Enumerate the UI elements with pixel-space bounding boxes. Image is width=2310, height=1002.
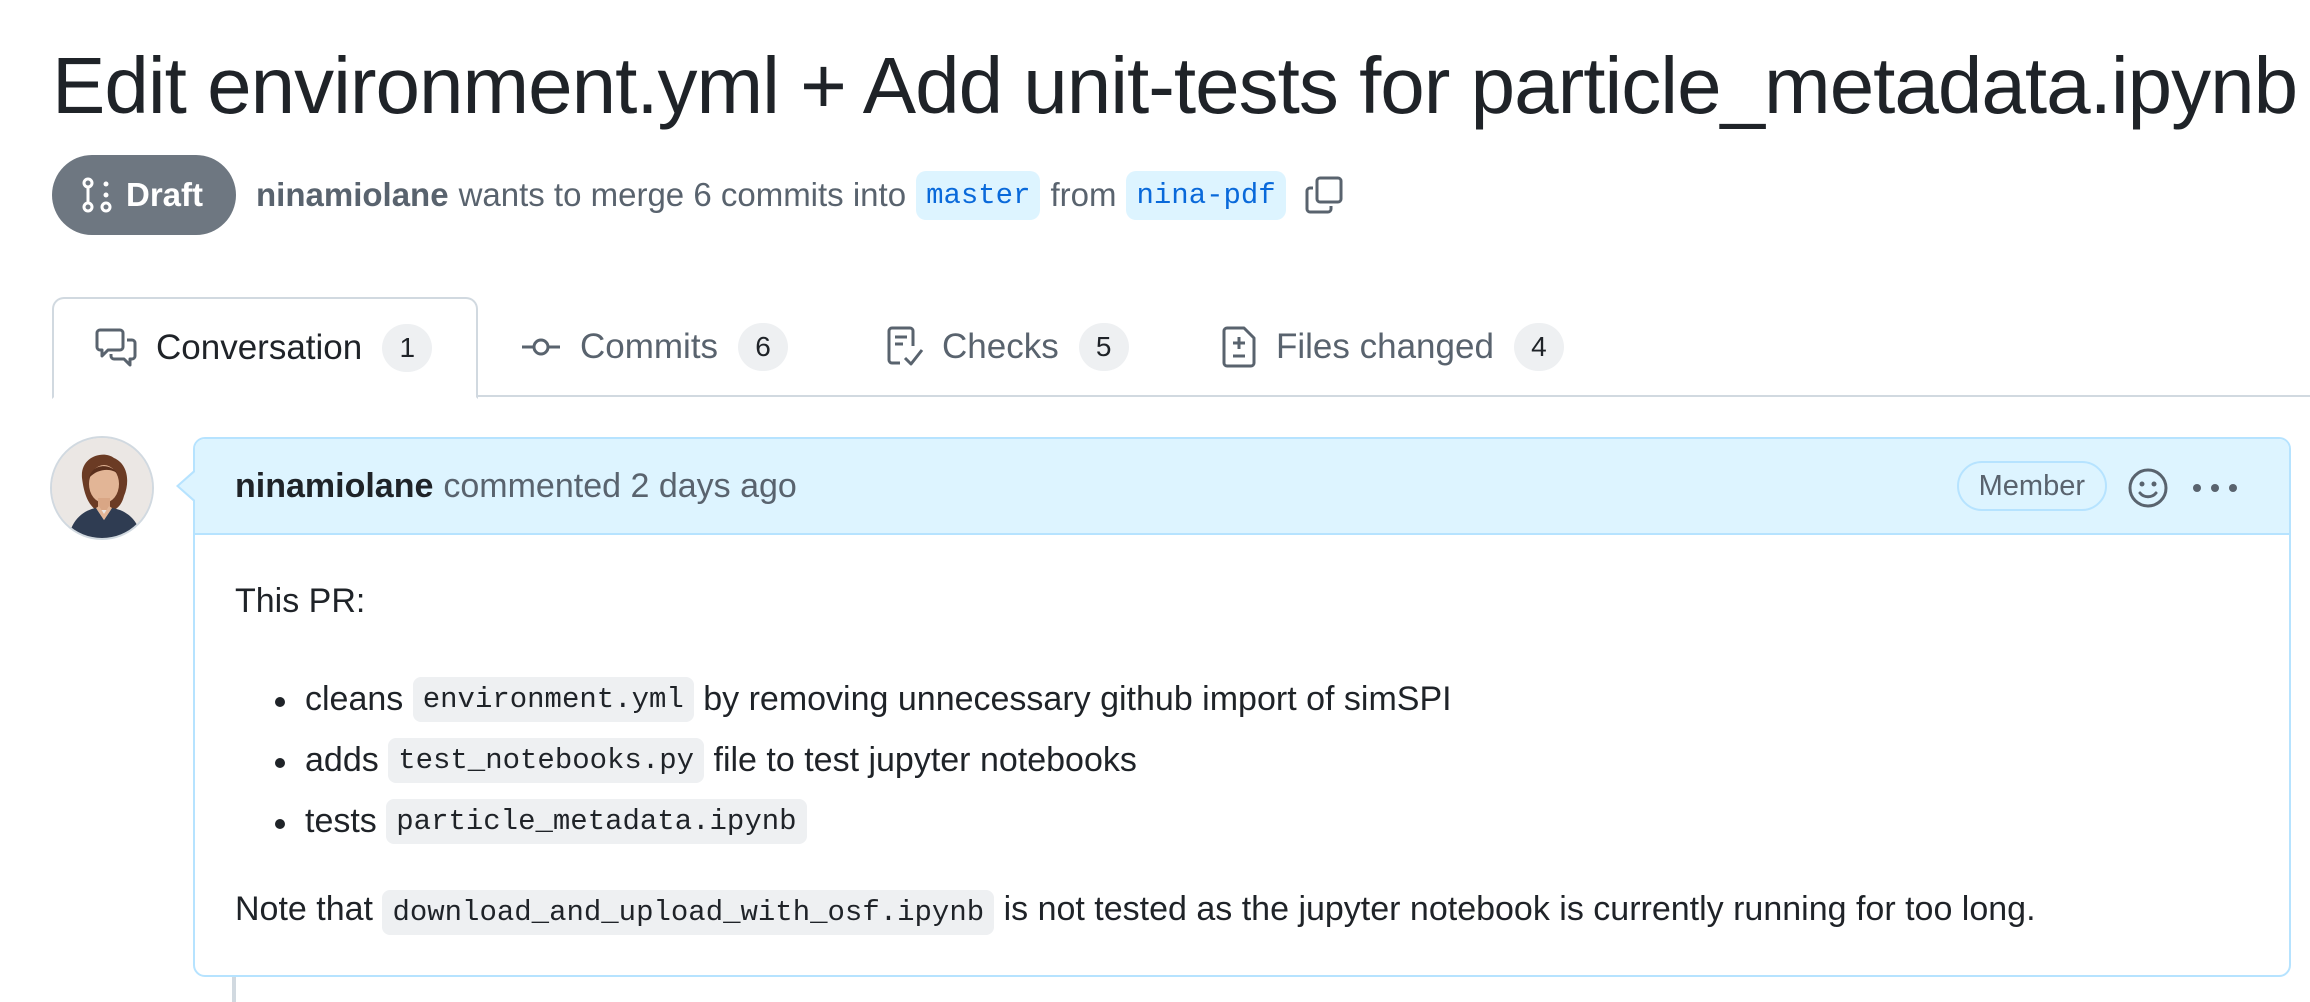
comment-card: ninamiolane commented 2 days ago Member … (193, 437, 2291, 977)
base-branch[interactable]: master (916, 170, 1041, 220)
list-item-suffix: by removing unnecessary github import of… (703, 680, 1452, 718)
comment-pointer-fill (179, 472, 195, 500)
tab-commits[interactable]: Commits 6 (520, 297, 789, 397)
smiley-icon (2128, 468, 2168, 508)
tab-commits-label: Commits (580, 327, 719, 366)
inline-code: download_and_upload_with_osf.ipynb (382, 890, 995, 935)
author-avatar-image (52, 438, 152, 538)
head-branch[interactable]: nina-pdf (1126, 170, 1286, 220)
kebab-horizontal-icon (2193, 484, 2237, 492)
note-prefix: Note that (235, 890, 373, 928)
inline-code: test_notebooks.py (388, 738, 705, 783)
list-item: cleans environment.yml by removing unnec… (275, 669, 1452, 730)
checklist-icon (887, 326, 924, 366)
comment-options-button[interactable] (2187, 465, 2243, 511)
comment-intro: This PR: (235, 582, 366, 620)
note-suffix: is not tested as the jupyter notebook is… (1003, 890, 2036, 928)
list-item-suffix: file to test jupyter notebooks (713, 741, 1137, 779)
draft-state-badge: Draft (52, 155, 237, 235)
add-reaction-button[interactable] (2125, 465, 2171, 511)
inline-code: particle_metadata.ipynb (386, 799, 807, 844)
member-badge: Member (1956, 461, 2107, 511)
merge-text: wants to merge 6 commits into (458, 176, 907, 213)
comment-timestamp[interactable]: commented 2 days ago (443, 467, 796, 506)
tab-files-changed-label: Files changed (1276, 327, 1494, 366)
list-item-prefix: adds (305, 741, 379, 779)
file-diff-icon (1222, 326, 1256, 368)
pr-author-link[interactable]: ninamiolane (256, 176, 449, 214)
copy-icon (1305, 176, 1343, 214)
tab-files-changed-count: 4 (1513, 323, 1564, 371)
pr-title: Edit environment.yml + Add unit-tests fo… (52, 41, 2298, 130)
draft-label: Draft (126, 176, 204, 213)
tab-conversation-count: 1 (382, 324, 433, 372)
tab-checks-label: Checks (942, 327, 1059, 366)
pr-meta: Draft ninamiolane wants to merge 6 commi… (52, 155, 1344, 235)
list-item-prefix: tests (305, 802, 377, 840)
change-list: cleans environment.yml by removing unnec… (275, 669, 1452, 852)
copy-branch-button[interactable] (1304, 175, 1344, 215)
list-item-prefix: cleans (305, 680, 404, 718)
timeline-line (232, 977, 236, 1002)
tab-conversation-label: Conversation (156, 328, 363, 367)
tab-checks-count: 5 (1078, 323, 1129, 371)
list-item: adds test_notebooks.py file to test jupy… (275, 730, 1452, 791)
git-commit-icon (522, 338, 560, 356)
git-pull-request-draft-icon (82, 177, 112, 213)
comment-discussion-icon (95, 328, 137, 367)
list-item: tests particle_metadata.ipynb (275, 791, 1452, 852)
tab-conversation[interactable]: Conversation 1 (52, 297, 478, 399)
tab-commits-count: 6 (738, 323, 789, 371)
pr-tabs: Conversation 1 Commits 6 Checks 5 Files … (52, 297, 2310, 399)
comment-header: ninamiolane commented 2 days ago Member (195, 439, 2289, 535)
inline-code: environment.yml (412, 677, 694, 722)
from-text: from (1050, 176, 1117, 213)
comment-author-link[interactable]: ninamiolane (235, 467, 433, 506)
tab-checks[interactable]: Checks 5 (884, 297, 1129, 397)
comment-note: Note that download_and_upload_with_osf.i… (235, 890, 2036, 935)
avatar[interactable] (50, 436, 154, 540)
tab-files-changed[interactable]: Files changed 4 (1220, 297, 1564, 397)
